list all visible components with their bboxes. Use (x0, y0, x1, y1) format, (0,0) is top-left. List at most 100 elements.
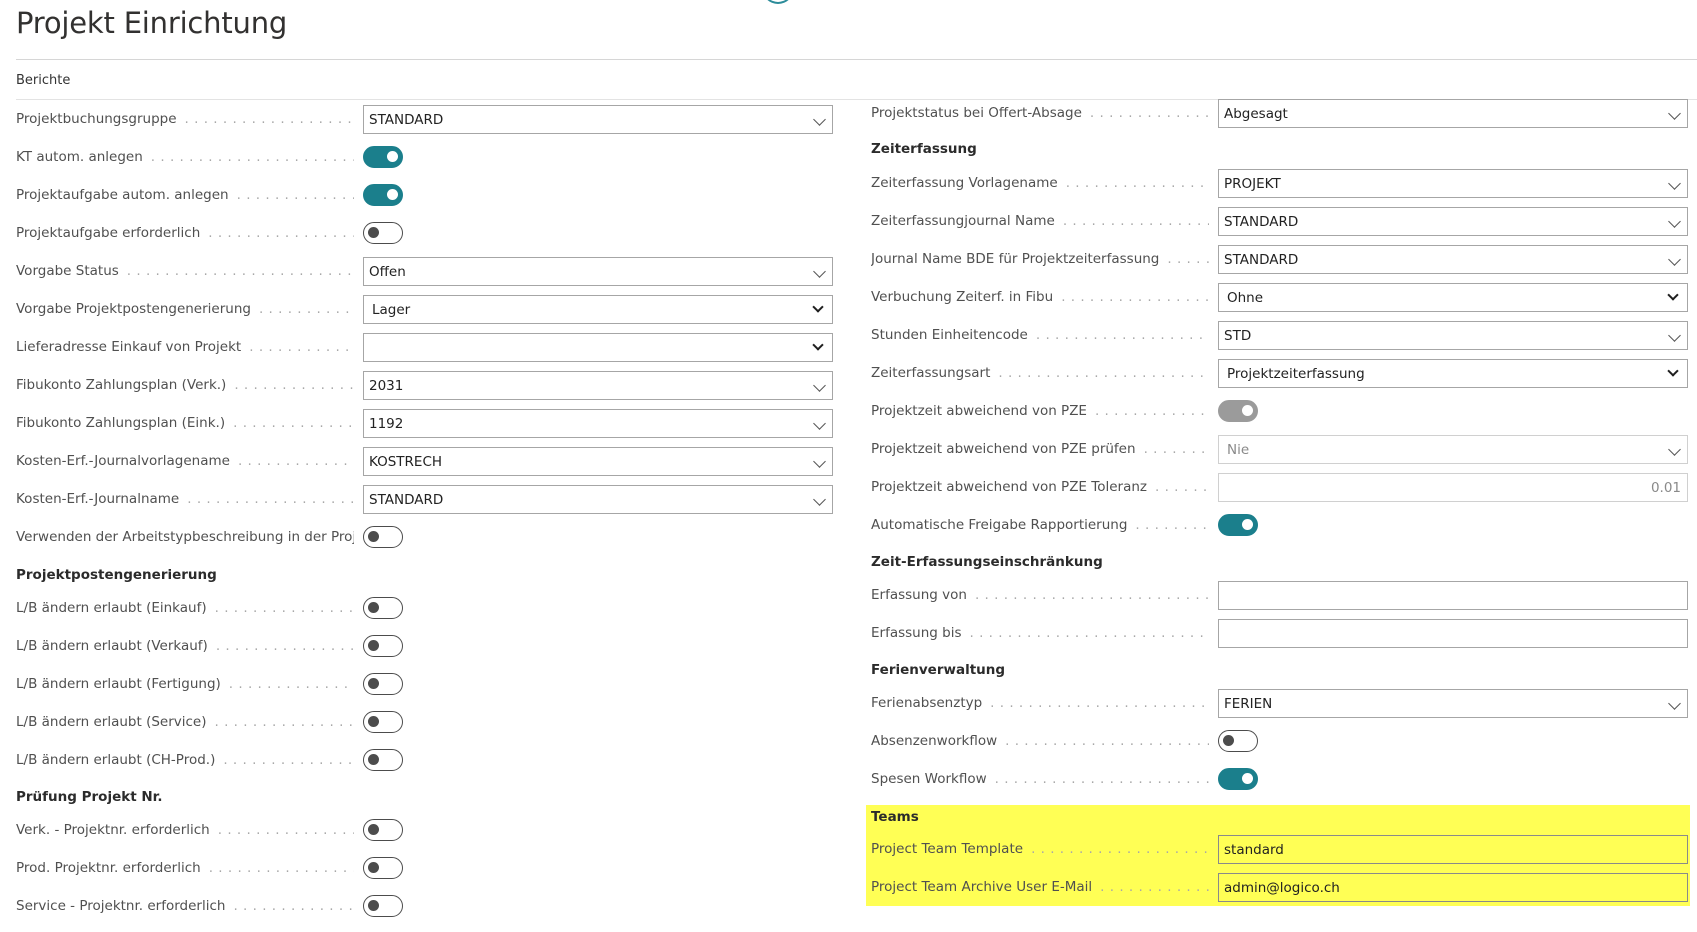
label-pze-pruefen: Projektzeit abweichend von PZE prüfen (871, 441, 1209, 461)
section-ferienverwaltung: Ferienverwaltung (871, 662, 1006, 678)
journal-bde-select[interactable]: STANDARD (1218, 245, 1688, 274)
erfassung-bis-input[interactable] (1218, 619, 1688, 648)
section-projektpostengenerierung: Projektpostengenerierung (16, 567, 217, 583)
row-projektstatus-absage: Projektstatus bei Offert-Absage Abgesagt (871, 99, 1688, 129)
erfassung-von-input[interactable] (1218, 581, 1688, 610)
kosten-vorlage-value: KOSTRECH (369, 454, 443, 470)
kosten-vorlage-select[interactable]: KOSTRECH (363, 447, 833, 476)
top-indicator-icon (762, 0, 794, 4)
toggle-knob (368, 900, 379, 911)
vorgabe-projektposten-select[interactable]: Lager (363, 295, 833, 324)
label-ferienabsenztyp: Ferienabsenztyp (871, 695, 1209, 715)
projektbuchungsgruppe-select[interactable]: STANDARD (363, 105, 833, 134)
menu-berichte[interactable]: Berichte (16, 73, 70, 88)
label-stunden-code: Stunden Einheitencode (871, 327, 1209, 347)
row-lb-chprod: L/B ändern erlaubt (CH-Prod.) (16, 746, 831, 776)
projektaufgabe-erforderlich-toggle[interactable] (363, 222, 403, 244)
chevron-down-icon (813, 379, 826, 392)
toggle-knob (368, 227, 379, 238)
chevron-down-icon (813, 265, 826, 278)
fibu-eink-select[interactable]: 1192 (363, 409, 833, 438)
spesen-workflow-toggle[interactable] (1218, 768, 1258, 790)
lb-fertigung-toggle[interactable] (363, 673, 403, 695)
row-arbeitstyp: Verwenden der Arbeitstypbeschreibung in … (16, 523, 831, 553)
absenzenworkflow-toggle[interactable] (1218, 730, 1258, 752)
label-projektaufgabe-autom: Projektaufgabe autom. anlegen (16, 187, 354, 207)
label-lb-chprod: L/B ändern erlaubt (CH-Prod.) (16, 752, 354, 772)
label-fibu-verk: Fibukonto Zahlungsplan (Verk.) (16, 377, 354, 397)
page-title: Projekt Einrichtung (16, 6, 288, 40)
lieferadresse-select[interactable] (363, 333, 833, 362)
pze-toleranz-input[interactable]: 0.01 (1218, 473, 1688, 502)
label-lb-verkauf: L/B ändern erlaubt (Verkauf) (16, 638, 354, 658)
toggle-knob (368, 862, 379, 873)
fibu-verk-select[interactable]: 2031 (363, 371, 833, 400)
toggle-knob (387, 151, 398, 162)
row-vorgabe-projektposten: Vorgabe Projektpostengenerierung Lager (16, 295, 833, 325)
label-erfassung-von: Erfassung von (871, 587, 1209, 607)
label-zeit-journal: Zeiterfassungjournal Name (871, 213, 1209, 233)
row-absenzenworkflow: Absenzenworkflow (871, 727, 1686, 757)
ferienabsenztyp-select[interactable]: FERIEN (1218, 689, 1688, 718)
label-fibu-eink: Fibukonto Zahlungsplan (Eink.) (16, 415, 354, 435)
vorgabe-status-value: Offen (369, 264, 406, 280)
pze-abweichend-toggle[interactable] (1218, 400, 1258, 422)
lb-chprod-toggle[interactable] (363, 749, 403, 771)
title-divider (16, 59, 1697, 60)
lb-einkauf-toggle[interactable] (363, 597, 403, 619)
toggle-knob (368, 754, 379, 765)
label-kt-autom: KT autom. anlegen (16, 149, 354, 169)
zeiterfassungsart-select[interactable]: Projektzeiterfassung (1218, 359, 1688, 388)
fibu-verk-value: 2031 (369, 378, 404, 394)
service-projektnr-toggle[interactable] (363, 895, 403, 917)
stunden-code-select[interactable]: STD (1218, 321, 1688, 350)
pze-pruefen-select[interactable]: Nie (1218, 435, 1688, 464)
toggle-knob (368, 640, 379, 651)
row-projektaufgabe-erforderlich: Projektaufgabe erforderlich (16, 219, 831, 249)
arbeitstyp-toggle[interactable] (363, 526, 403, 548)
chevron-down-icon (812, 339, 824, 351)
vorgabe-status-select[interactable]: Offen (363, 257, 833, 286)
row-ferienabsenztyp: Ferienabsenztyp FERIEN (871, 689, 1688, 719)
verbuchung-fibu-value: Ohne (1227, 290, 1264, 306)
section-teams: Teams (871, 809, 919, 825)
auto-freigabe-toggle[interactable] (1218, 514, 1258, 536)
row-erfassung-bis: Erfassung bis (871, 619, 1688, 649)
verk-projektnr-toggle[interactable] (363, 819, 403, 841)
kosten-journal-select[interactable]: STANDARD (363, 485, 833, 514)
row-lieferadresse: Lieferadresse Einkauf von Projekt (16, 333, 833, 363)
zeit-vorlagename-value: PROJEKT (1224, 176, 1281, 192)
verbuchung-fibu-select[interactable]: Ohne (1218, 283, 1688, 312)
label-kosten-vorlage: Kosten-Erf.-Journalvorlagename (16, 453, 354, 473)
prod-projektnr-toggle[interactable] (363, 857, 403, 879)
kt-autom-toggle[interactable] (363, 146, 403, 168)
chevron-down-icon (1668, 443, 1681, 456)
label-absenzenworkflow: Absenzenworkflow (871, 733, 1209, 753)
label-team-archive-email: Project Team Archive User E-Mail (871, 879, 1209, 899)
chevron-down-icon (813, 493, 826, 506)
projektstatus-absage-select[interactable]: Abgesagt (1218, 99, 1688, 128)
label-service-projektnr: Service - Projektnr. erforderlich (16, 898, 354, 918)
zeit-vorlagename-select[interactable]: PROJEKT (1218, 169, 1688, 198)
toggle-knob (368, 824, 379, 835)
lb-verkauf-toggle[interactable] (363, 635, 403, 657)
section-zeiterfassung: Zeiterfassung (871, 141, 977, 157)
label-spesen-workflow: Spesen Workflow (871, 771, 1209, 791)
row-vorgabe-status: Vorgabe Status Offen (16, 257, 833, 287)
label-team-template: Project Team Template (871, 841, 1209, 861)
label-lb-service: L/B ändern erlaubt (Service) (16, 714, 354, 734)
chevron-down-icon (813, 417, 826, 430)
chevron-down-icon (1668, 215, 1681, 228)
label-pze-abweichend: Projektzeit abweichend von PZE (871, 403, 1209, 423)
label-arbeitstyp: Verwenden der Arbeitstypbeschreibung in … (16, 529, 354, 545)
team-template-input[interactable]: standard (1218, 835, 1688, 864)
projektaufgabe-autom-toggle[interactable] (363, 184, 403, 206)
kosten-journal-value: STANDARD (369, 492, 444, 508)
row-pze-toleranz: Projektzeit abweichend von PZE Toleranz … (871, 473, 1688, 503)
lb-service-toggle[interactable] (363, 711, 403, 733)
row-lb-verkauf: L/B ändern erlaubt (Verkauf) (16, 632, 831, 662)
pze-pruefen-value: Nie (1227, 442, 1250, 458)
team-archive-email-input[interactable]: admin@logico.ch (1218, 873, 1688, 902)
label-projektaufgabe-erforderlich: Projektaufgabe erforderlich (16, 225, 354, 245)
zeit-journal-select[interactable]: STANDARD (1218, 207, 1688, 236)
